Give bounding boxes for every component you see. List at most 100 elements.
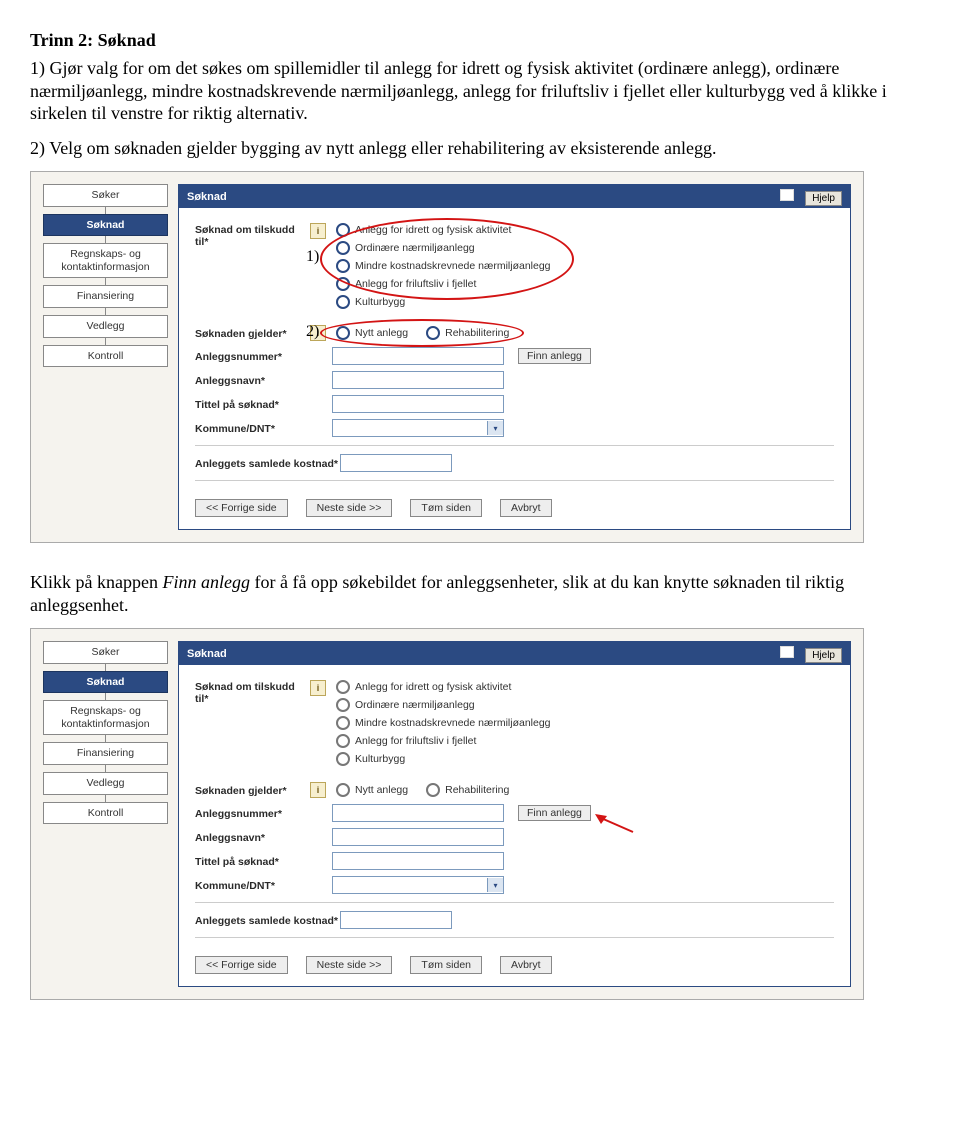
option-mindre[interactable]: Mindre kostnadskrevnede nærmiljøanlegg (334, 715, 553, 731)
footer-buttons: << Forrige side Neste side >> Tøm siden … (179, 499, 850, 529)
para1-text: Gjør valg for om det søkes om spillemidl… (30, 58, 887, 123)
nav-vedlegg[interactable]: Vedlegg (43, 772, 168, 795)
nav-connector (105, 207, 106, 214)
info-icon[interactable]: i (310, 782, 326, 798)
radio-icon (336, 734, 350, 748)
nav-connector (105, 693, 106, 700)
input-anleggsnummer[interactable] (332, 347, 504, 365)
option-idrett[interactable]: Anlegg for idrett og fysisk aktivitet (334, 222, 553, 238)
next-button[interactable]: Neste side >> (306, 956, 393, 974)
info-icon[interactable]: i (310, 680, 326, 696)
option-ordnaer[interactable]: Ordinære nærmiljøanlegg (334, 697, 553, 713)
chevron-down-icon: ▾ (487, 878, 503, 892)
input-samlet[interactable] (340, 454, 452, 472)
radio-icon (336, 680, 350, 694)
panel-body: Søknad om tilskudd til* i Anlegg for idr… (179, 665, 850, 956)
radio-icon (336, 783, 350, 797)
option-label: Anlegg for idrett og fysisk aktivitet (355, 681, 511, 693)
label-tittel: Tittel på søknad* (195, 854, 310, 868)
cancel-button[interactable]: Avbryt (500, 956, 552, 974)
finn-anlegg-button[interactable]: Finn anlegg (518, 805, 591, 821)
option-kulturbygg[interactable]: Kulturbygg (334, 294, 553, 310)
wizard-nav: Søker Søknad Regnskaps- og kontaktinform… (43, 184, 168, 530)
chevron-down-icon: ▾ (487, 421, 503, 435)
input-tittel[interactable] (332, 852, 504, 870)
label-soknaden-gjelder: Søknaden gjelder* (195, 326, 310, 340)
option-label: Nytt anlegg (355, 327, 408, 339)
wizard-nav: Søker Søknad Regnskaps- og kontaktinform… (43, 641, 168, 987)
info-icon[interactable]: i (310, 223, 326, 239)
para3-text-a: Klikk på knappen (30, 572, 162, 592)
option-friluft[interactable]: Anlegg for friluftsliv i fjellet (334, 733, 553, 749)
option-label: Anlegg for idrett og fysisk aktivitet (355, 224, 511, 236)
nav-soknad[interactable]: Søknad (43, 214, 168, 237)
option-label: Kulturbygg (355, 296, 405, 308)
nav-vedlegg[interactable]: Vedlegg (43, 315, 168, 338)
option-nytt[interactable]: Nytt anlegg (334, 782, 410, 798)
nav-kontroll[interactable]: Kontroll (43, 802, 168, 825)
option-label: Anlegg for friluftsliv i fjellet (355, 278, 476, 290)
prev-button[interactable]: << Forrige side (195, 499, 288, 517)
marker-1: 1) (306, 248, 319, 266)
nav-soknad[interactable]: Søknad (43, 671, 168, 694)
option-kulturbygg[interactable]: Kulturbygg (334, 751, 553, 767)
row-soknad-om: Søknad om tilskudd til* i 1) Anlegg for … (195, 222, 834, 310)
input-anleggsnavn[interactable] (332, 371, 504, 389)
nav-finansiering[interactable]: Finansiering (43, 742, 168, 765)
clear-button[interactable]: Tøm siden (410, 956, 482, 974)
select-kommune[interactable]: ▾ (332, 876, 504, 894)
row-anleggsnummer: Anleggsnummer* Finn anlegg (195, 804, 834, 822)
help-button[interactable]: Hjelp (805, 191, 842, 206)
select-kommune[interactable]: ▾ (332, 419, 504, 437)
option-label: Ordinære nærmiljøanlegg (355, 242, 475, 254)
nav-regnskap[interactable]: Regnskaps- og kontaktinformasjon (43, 700, 168, 735)
label-tittel: Tittel på søknad* (195, 397, 310, 411)
divider (195, 480, 834, 481)
input-tittel[interactable] (332, 395, 504, 413)
option-label: Ordinære nærmiljøanlegg (355, 699, 475, 711)
nav-soker[interactable]: Søker (43, 641, 168, 664)
row-samlet: Anleggets samlede kostnad* (195, 454, 834, 472)
nav-soker[interactable]: Søker (43, 184, 168, 207)
radio-icon (336, 241, 350, 255)
print-icon[interactable] (780, 646, 794, 658)
option-label: Mindre kostnadskrevnede nærmiljøanlegg (355, 717, 551, 729)
panel-header: Søknad Hjelp (179, 185, 850, 208)
para3-text-b: Finn anlegg (162, 572, 250, 592)
nav-kontroll[interactable]: Kontroll (43, 345, 168, 368)
option-idrett[interactable]: Anlegg for idrett og fysisk aktivitet (334, 679, 553, 695)
row-kommune: Kommune/DNT* ▾ (195, 876, 834, 894)
nav-finansiering[interactable]: Finansiering (43, 285, 168, 308)
radio-icon (336, 277, 350, 291)
option-label: Kulturbygg (355, 753, 405, 765)
nav-regnskap[interactable]: Regnskaps- og kontaktinformasjon (43, 243, 168, 278)
row-soknad-om: Søknad om tilskudd til* i Anlegg for idr… (195, 679, 834, 767)
help-button[interactable]: Hjelp (805, 648, 842, 663)
next-button[interactable]: Neste side >> (306, 499, 393, 517)
option-rehab[interactable]: Rehabilitering (424, 325, 511, 341)
print-icon[interactable] (780, 189, 794, 201)
form-panel: Søknad Hjelp Søknad om tilskudd til* i A… (178, 641, 851, 987)
marker-2: 2) (306, 323, 319, 341)
option-nytt[interactable]: Nytt anlegg (334, 325, 410, 341)
option-label: Nytt anlegg (355, 784, 408, 796)
input-anleggsnummer[interactable] (332, 804, 504, 822)
radio-icon (336, 698, 350, 712)
prev-button[interactable]: << Forrige side (195, 956, 288, 974)
panel-body: Søknad om tilskudd til* i 1) Anlegg for … (179, 208, 850, 499)
clear-button[interactable]: Tøm siden (410, 499, 482, 517)
option-mindre[interactable]: Mindre kostnadskrevnede nærmiljøanlegg (334, 258, 553, 274)
cancel-button[interactable]: Avbryt (500, 499, 552, 517)
label-anleggsnummer: Anleggsnummer* (195, 806, 310, 820)
nav-connector (105, 338, 106, 345)
option-ordnaer[interactable]: Ordinære nærmiljøanlegg (334, 240, 553, 256)
option-friluft[interactable]: Anlegg for friluftsliv i fjellet (334, 276, 553, 292)
option-rehab[interactable]: Rehabilitering (424, 782, 511, 798)
label-soknad-om: Søknad om tilskudd til* (195, 679, 310, 705)
row-anleggsnavn: Anleggsnavn* (195, 828, 834, 846)
radio-icon (426, 783, 440, 797)
input-samlet[interactable] (340, 911, 452, 929)
option-label: Rehabilitering (445, 327, 509, 339)
input-anleggsnavn[interactable] (332, 828, 504, 846)
finn-anlegg-button[interactable]: Finn anlegg (518, 348, 591, 364)
